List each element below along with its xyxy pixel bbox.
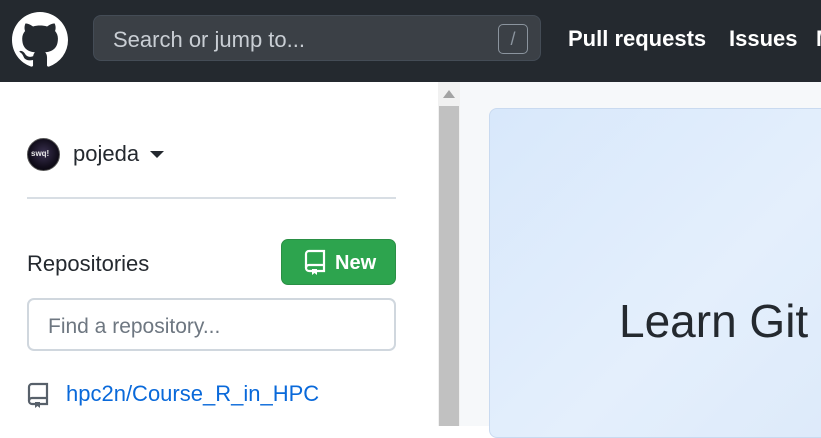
sidebar-divider xyxy=(27,197,396,199)
nav-pull-requests[interactable]: Pull requests xyxy=(568,26,706,52)
scrollbar-thumb[interactable] xyxy=(439,106,459,426)
find-repository-input[interactable]: Find a repository... xyxy=(27,298,396,351)
search-placeholder: Search or jump to... xyxy=(113,27,305,52)
avatar-text: swq! xyxy=(31,149,50,158)
card-title: Learn Git xyxy=(619,295,809,347)
nav-marketplace[interactable]: M xyxy=(816,26,821,52)
new-button-label: New xyxy=(335,252,377,274)
new-repository-button[interactable]: New xyxy=(281,239,396,285)
find-repository-placeholder: Find a repository... xyxy=(48,315,221,338)
top-header: Search or jump to... / Pull requests Iss… xyxy=(0,0,821,82)
dashboard-sidebar: swq! pojeda Repositories New Find a repo… xyxy=(0,82,438,426)
learn-git-card: Learn Git xyxy=(489,108,821,438)
repository-list-item[interactable]: hpc2n/Course_R_in_HPC xyxy=(27,380,427,410)
repo-icon xyxy=(27,382,49,408)
user-avatar[interactable]: swq! xyxy=(27,138,60,171)
github-logo-icon[interactable] xyxy=(12,12,68,68)
repositories-heading: Repositories xyxy=(27,251,150,276)
scroll-up-arrow-icon[interactable] xyxy=(443,90,455,98)
search-shortcut-key: / xyxy=(498,24,528,54)
search-input[interactable]: Search or jump to... / xyxy=(93,15,541,61)
repo-icon xyxy=(304,249,326,275)
context-switcher-username[interactable]: pojeda xyxy=(73,141,139,167)
sidebar-scrollbar[interactable] xyxy=(438,82,460,426)
main-feed: Learn Git xyxy=(460,82,821,438)
repository-link[interactable]: hpc2n/Course_R_in_HPC xyxy=(66,381,319,407)
caret-down-icon[interactable] xyxy=(150,151,164,158)
nav-issues[interactable]: Issues xyxy=(729,26,798,52)
